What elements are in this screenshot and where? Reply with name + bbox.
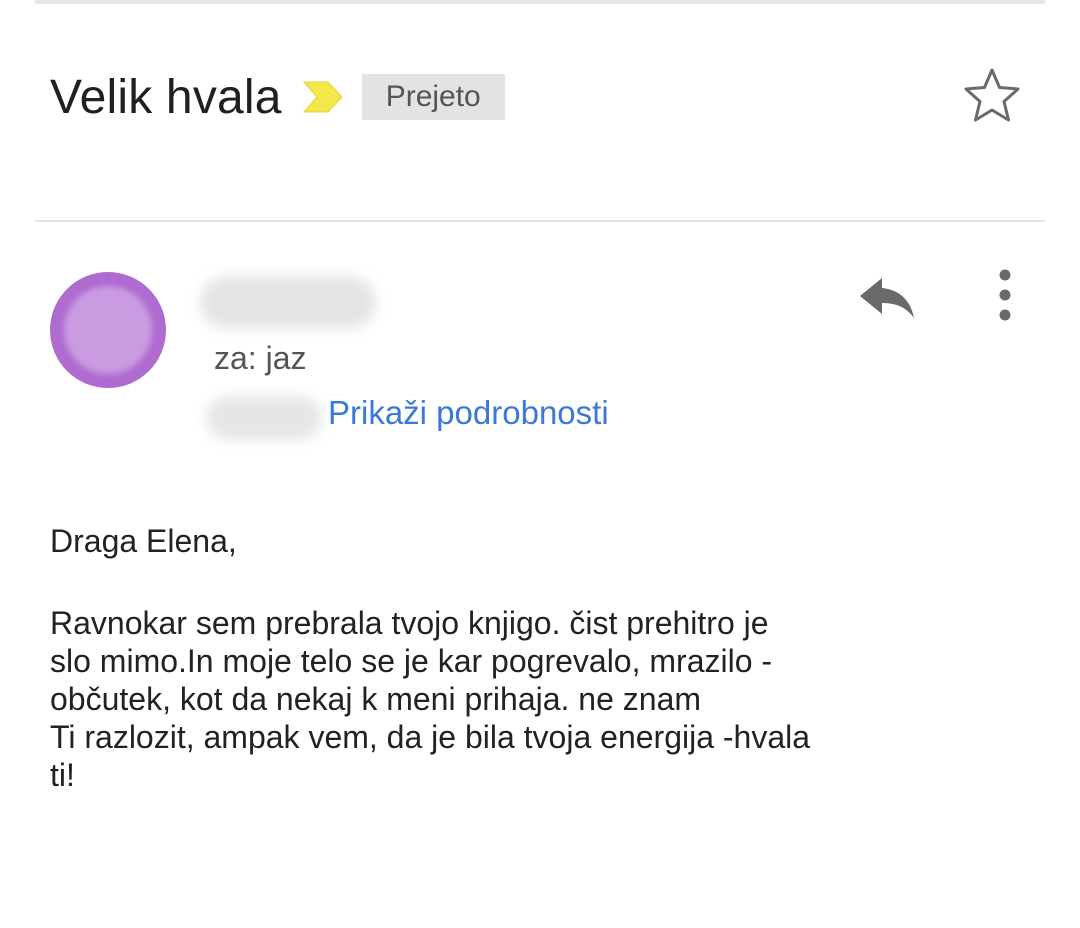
inbox-label-chip[interactable]: Prejeto — [361, 74, 505, 120]
date-redacted — [206, 396, 322, 440]
email-greeting: Draga Elena, — [50, 523, 237, 559]
star-outline-icon — [964, 68, 1020, 122]
more-vertical-icon — [999, 269, 1011, 321]
sender-name-redacted — [200, 276, 376, 328]
more-options-button[interactable] — [988, 266, 1022, 324]
sender-avatar[interactable] — [50, 272, 166, 388]
show-details-link[interactable]: Prikaži podrobnosti — [328, 394, 609, 432]
top-divider — [35, 0, 1045, 4]
email-body: Draga Elena, Ravnokar sem prebrala tvojo… — [50, 522, 1050, 794]
body-line: slo mimo.In moje telo se je kar pogreval… — [50, 643, 773, 679]
subject-row: Velik hvala Prejeto — [50, 62, 505, 132]
body-line: Ravnokar sem prebrala tvojo knjigo. čist… — [50, 605, 769, 641]
reply-button[interactable] — [856, 272, 918, 322]
avatar-blurred-content — [64, 286, 152, 374]
email-view: Velik hvala Prejeto za: jaz Prikaži podr… — [0, 0, 1080, 928]
reply-icon — [860, 278, 914, 318]
body-line: Ti razlozit, ampak vem, da je bila tvoja… — [50, 719, 811, 755]
importance-marker-icon[interactable] — [302, 78, 346, 116]
body-line: ti! — [50, 757, 75, 793]
recipient-line: za: jaz — [214, 340, 307, 376]
email-paragraph: Ravnokar sem prebrala tvojo knjigo. čist… — [50, 604, 1050, 794]
header-divider — [35, 220, 1045, 222]
star-button[interactable] — [960, 64, 1024, 128]
email-subject: Velik hvala — [50, 70, 282, 124]
body-line: občutek, kot da nekaj k meni prihaja. ne… — [50, 681, 702, 717]
